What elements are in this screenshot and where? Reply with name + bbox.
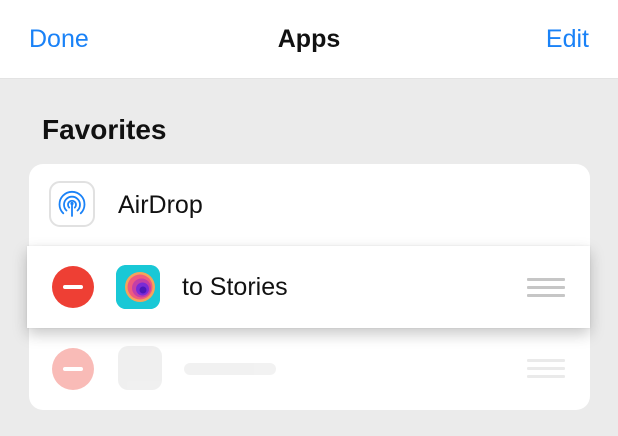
navigation-bar: Done Apps Edit xyxy=(0,0,618,79)
placeholder-label xyxy=(184,363,276,375)
list-item-airdrop[interactable]: AirDrop xyxy=(29,164,590,246)
list-item-label: AirDrop xyxy=(118,191,203,219)
favorites-section-title: Favorites xyxy=(42,114,167,145)
reorder-handle-icon[interactable] xyxy=(527,276,565,298)
airdrop-icon xyxy=(49,181,95,227)
list-item-to-stories[interactable]: to Stories xyxy=(27,246,590,328)
edit-button[interactable]: Edit xyxy=(546,22,589,56)
placeholder-app-icon xyxy=(118,346,162,390)
remove-icon xyxy=(52,348,94,390)
apps-sheet: Done Apps Edit Favorites AirDrop to Stor… xyxy=(0,0,618,436)
reorder-handle-icon xyxy=(527,357,565,379)
remove-button[interactable] xyxy=(52,266,94,308)
page-title: Apps xyxy=(277,25,341,53)
list-item-label: to Stories xyxy=(182,273,288,301)
stories-app-icon xyxy=(116,265,160,309)
drop-placeholder-row xyxy=(29,328,590,410)
